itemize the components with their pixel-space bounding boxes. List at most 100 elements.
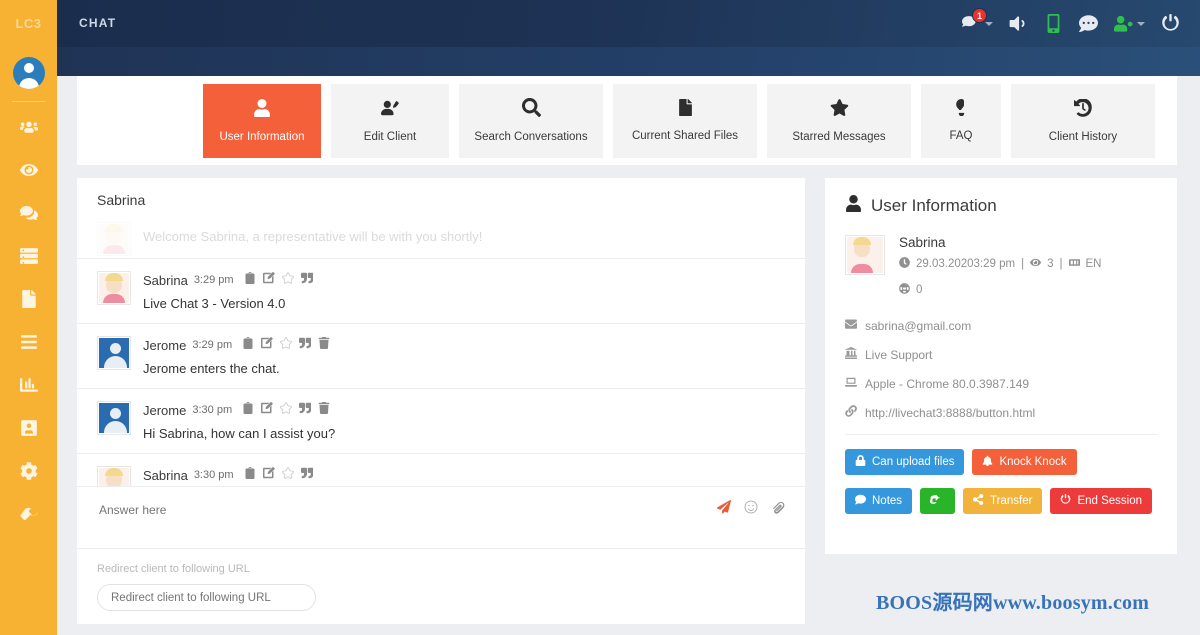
tab-edit-client[interactable]: Edit Client [331, 84, 449, 158]
edit-icon[interactable] [261, 336, 273, 354]
sidebar-item-account[interactable] [0, 409, 57, 452]
power-icon[interactable] [1161, 14, 1180, 33]
star-icon[interactable] [280, 336, 292, 354]
star-icon[interactable] [282, 466, 294, 484]
user-device: Apple - Chrome 80.0.3987.149 [865, 377, 1029, 391]
send-icon[interactable] [717, 500, 731, 519]
sidebar-item-conversations[interactable] [0, 194, 57, 237]
mobile-icon[interactable] [1044, 14, 1063, 33]
tab-search-conversations[interactable]: Search Conversations [459, 84, 603, 158]
link-icon [845, 405, 857, 420]
delete-icon[interactable] [318, 401, 330, 419]
sidebar-avatar[interactable] [0, 47, 57, 99]
file-icon [20, 290, 38, 313]
message-list[interactable]: Welcome Sabrina, a representative will b… [77, 218, 805, 486]
quote-icon[interactable] [301, 466, 313, 484]
quote-icon[interactable] [299, 336, 311, 354]
quote-icon[interactable] [301, 271, 313, 289]
left-sidebar: LC3 [0, 0, 57, 635]
sidebar-item-visitors[interactable] [0, 151, 57, 194]
edit-icon[interactable] [263, 466, 275, 484]
user-summary: Sabrina 29.03.20203:29 pm | 3 | EN 0 [845, 235, 1157, 309]
messages-dropdown-icon[interactable]: 1 [962, 14, 993, 33]
volume-icon[interactable] [1009, 14, 1028, 33]
message-text: Jerome enters the chat. [143, 361, 785, 376]
list-item: Sabrina 3:30 pm 🤩 [77, 453, 805, 486]
copy-icon[interactable] [244, 271, 256, 289]
message-badge: 1 [972, 8, 987, 23]
user-status-dropdown-icon[interactable] [1114, 14, 1145, 33]
tab-list: User Information Edit Client Search Conv… [203, 84, 1155, 158]
delete-icon[interactable] [318, 336, 330, 354]
sidebar-item-logs[interactable] [0, 323, 57, 366]
panel-header: User Information [845, 195, 1157, 217]
end-session-button[interactable]: End Session [1050, 488, 1152, 514]
search-icon [522, 98, 541, 122]
message-text: Welcome Sabrina, a representative will b… [143, 229, 785, 244]
user-department: Live Support [865, 348, 932, 362]
user-url-row[interactable]: http://livechat3:8888/button.html [845, 405, 1157, 420]
bars-icon [20, 333, 38, 356]
user-icon [253, 99, 271, 122]
copy-icon[interactable] [242, 401, 254, 419]
panel-divider [845, 434, 1157, 435]
tab-starred-messages[interactable]: Starred Messages [767, 84, 911, 158]
star-icon[interactable] [282, 271, 294, 289]
answer-input[interactable] [97, 502, 717, 518]
avatar [97, 401, 131, 435]
transfer-button[interactable]: Transfer [963, 488, 1042, 514]
sidebar-item-tools[interactable] [0, 495, 57, 538]
chat-panel: Sabrina Welcome Sabrina, a representativ… [77, 178, 805, 624]
list-item: Jerome 3:29 pm Jerome enters the chat. [77, 323, 805, 388]
copy-icon[interactable] [244, 466, 256, 484]
answer-row [77, 486, 805, 532]
emoji-icon[interactable] [744, 500, 758, 519]
sidebar-divider [12, 101, 45, 102]
edit-icon[interactable] [261, 401, 273, 419]
permission-button-row: Can upload files Knock Knock [845, 449, 1157, 475]
share-button[interactable] [920, 488, 955, 514]
attachment-icon[interactable] [771, 500, 785, 519]
server-icon [20, 247, 38, 270]
quote-icon[interactable] [299, 401, 311, 419]
tab-client-history[interactable]: Client History [1011, 84, 1155, 158]
sidebar-item-files[interactable] [0, 280, 57, 323]
user-globe-line: 0 [899, 283, 1157, 297]
chart-icon [20, 376, 38, 399]
copy-icon[interactable] [242, 336, 254, 354]
tab-faq[interactable]: FAQ [921, 84, 1001, 158]
notes-button[interactable]: Notes [845, 488, 912, 514]
knock-knock-button[interactable]: Knock Knock [972, 449, 1076, 475]
header-strip [57, 47, 1200, 76]
envelope-icon [845, 318, 857, 333]
redirect-url-input[interactable] [97, 584, 316, 611]
topbar-icon-group: 1 [962, 0, 1180, 47]
app-logo[interactable]: LC3 [0, 0, 57, 47]
user-icon [20, 419, 38, 442]
message-author: Sabrina [143, 273, 188, 288]
star-icon[interactable] [280, 401, 292, 419]
edit-icon[interactable] [263, 271, 275, 289]
tab-label: Search Conversations [474, 131, 587, 143]
list-item: Jerome 3:30 pm Hi Sabrina, how can I ass… [77, 388, 805, 453]
panel-title: User Information [871, 196, 997, 216]
tab-label: Edit Client [364, 131, 416, 143]
sidebar-item-users[interactable] [0, 108, 57, 151]
sidebar-item-statistics[interactable] [0, 366, 57, 409]
action-button-row: Notes Transfer End Session [845, 488, 1157, 514]
share-alt-icon [973, 494, 984, 508]
avatar [97, 466, 131, 486]
share-square-icon [929, 494, 940, 508]
button-label: Notes [872, 495, 902, 507]
app-root: LC3 [0, 0, 1200, 635]
redirect-section: Redirect client to following URL [77, 548, 805, 611]
tab-user-information[interactable]: User Information [203, 84, 321, 158]
sidebar-item-departments[interactable] [0, 237, 57, 280]
can-upload-files-button[interactable]: Can upload files [845, 449, 964, 475]
comment-icon[interactable] [1079, 14, 1098, 33]
sidebar-item-settings[interactable] [0, 452, 57, 495]
tab-bar: User Information Edit Client Search Conv… [77, 76, 1177, 165]
tab-current-shared-files[interactable]: Current Shared Files [613, 84, 757, 158]
page-title: CHAT [79, 16, 116, 30]
user-datetime: 29.03.20203:29 pm [916, 258, 1015, 270]
